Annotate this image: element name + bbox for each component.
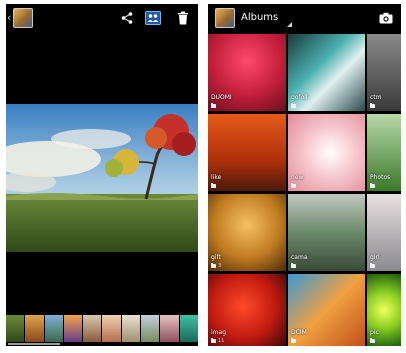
- album-name: imag: [211, 329, 226, 336]
- trash-icon[interactable]: [173, 8, 193, 28]
- album-count: [370, 182, 377, 189]
- filmstrip: [6, 315, 198, 342]
- album-tile[interactable]: like: [208, 114, 286, 191]
- filmstrip-thumbnail[interactable]: [63, 315, 83, 342]
- album-name: Photos: [370, 174, 391, 181]
- album-count: 3: [211, 262, 221, 269]
- filmstrip-thumbnail[interactable]: [141, 315, 160, 342]
- filmstrip-thumbnail[interactable]: [121, 315, 141, 342]
- album-count: 11: [211, 337, 224, 344]
- album-name: girl: [370, 254, 380, 261]
- filmstrip-thumbnail[interactable]: [179, 315, 198, 342]
- dropdown-indicator-icon[interactable]: [287, 22, 292, 27]
- album-count: [370, 337, 377, 344]
- album-count: [291, 102, 298, 109]
- folder-icon: [370, 262, 375, 268]
- album-count: [370, 262, 377, 269]
- album-count: [211, 182, 218, 189]
- album-name: DUOMI: [211, 94, 232, 101]
- albums-action-bar: Albums: [208, 4, 401, 32]
- filmstrip-scrollbar[interactable]: [8, 343, 60, 345]
- share-icon[interactable]: [117, 8, 137, 28]
- album-name: like: [211, 174, 222, 181]
- album-tile[interactable]: imag 11: [208, 274, 286, 346]
- album-count: [291, 182, 298, 189]
- album-name: gofoll: [291, 94, 308, 101]
- gallery-app-icon[interactable]: [13, 8, 33, 28]
- album-count: [211, 102, 218, 109]
- filmstrip-thumbnail[interactable]: [6, 315, 25, 342]
- albums-screen: Albums DUOMI gofoll ctm like new Photos …: [208, 4, 401, 346]
- folder-icon: [291, 337, 296, 343]
- album-name: cama: [291, 254, 308, 261]
- filmstrip-thumbnail[interactable]: [102, 315, 121, 342]
- filmstrip-thumbnail[interactable]: [83, 315, 102, 342]
- folder-icon: [211, 262, 216, 268]
- filmstrip-thumbnail[interactable]: [160, 315, 179, 342]
- folder-icon: [291, 262, 296, 268]
- viewer-action-bar: ‹: [6, 4, 198, 32]
- photo-viewer-screen: ‹: [6, 4, 198, 346]
- albums-grid: DUOMI gofoll ctm like new Photos gift 3: [208, 32, 401, 346]
- album-tile[interactable]: Photos: [367, 114, 401, 191]
- folder-icon: [291, 182, 296, 188]
- album-name: DCIM: [291, 329, 307, 336]
- album-tile[interactable]: DUOMI: [208, 34, 286, 111]
- folder-icon: [370, 102, 375, 108]
- gallery-app-icon[interactable]: [215, 8, 235, 28]
- filmstrip-thumbnail[interactable]: [44, 315, 63, 342]
- album-name: new: [291, 174, 304, 181]
- folder-icon: [211, 182, 216, 188]
- album-count: [291, 262, 298, 269]
- album-tile[interactable]: new: [288, 114, 365, 191]
- albums-title[interactable]: Albums: [241, 12, 278, 24]
- album-tile[interactable]: pic: [367, 274, 401, 346]
- folder-icon: [370, 182, 375, 188]
- camera-icon[interactable]: [376, 8, 396, 28]
- album-name: ctm: [370, 94, 382, 101]
- album-name: gift: [211, 254, 221, 261]
- album-tile[interactable]: gift 3: [208, 194, 286, 271]
- folder-icon: [211, 337, 216, 343]
- main-photo[interactable]: [6, 104, 198, 252]
- filmstrip-thumbnail[interactable]: [25, 315, 44, 342]
- folder-icon: [211, 102, 216, 108]
- album-tile[interactable]: DCIM: [288, 274, 365, 346]
- people-icon[interactable]: [143, 8, 163, 28]
- album-tile[interactable]: girl: [367, 194, 401, 271]
- folder-icon: [291, 102, 296, 108]
- folder-icon: [370, 337, 375, 343]
- back-chevron-icon[interactable]: ‹: [7, 12, 11, 23]
- album-name: pic: [370, 329, 379, 336]
- album-tile[interactable]: cama: [288, 194, 365, 271]
- album-tile[interactable]: gofoll: [288, 34, 365, 111]
- album-count: [291, 337, 298, 344]
- album-tile[interactable]: ctm: [367, 34, 401, 111]
- album-count: [370, 102, 377, 109]
